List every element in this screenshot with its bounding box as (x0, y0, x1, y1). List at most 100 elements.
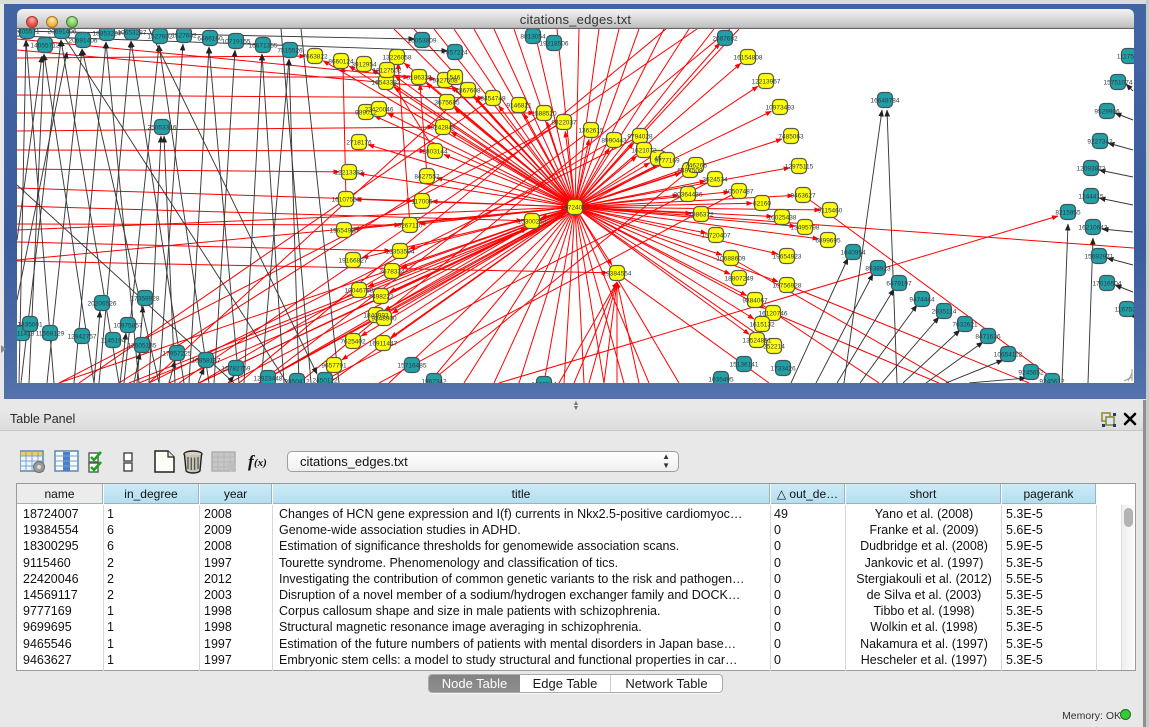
svg-text:9657791: 9657791 (321, 362, 347, 369)
svg-text:9777169: 9777169 (654, 157, 680, 164)
svg-text:1640954: 1640954 (840, 249, 866, 256)
svg-text:14055712: 14055712 (31, 42, 60, 49)
svg-text:11568129: 11568129 (36, 330, 65, 337)
svg-text:12213383: 12213383 (335, 169, 364, 176)
svg-text:3267110: 3267110 (398, 222, 423, 229)
svg-text:9850412: 9850412 (284, 378, 310, 383)
svg-text:746266: 746266 (685, 162, 707, 169)
svg-text:13226058: 13226058 (383, 54, 412, 61)
svg-text:8427552: 8427552 (414, 173, 440, 180)
svg-text:8660124: 8660124 (328, 58, 354, 65)
svg-text:22420046: 22420046 (365, 106, 394, 113)
svg-text:7632621: 7632621 (952, 321, 978, 328)
svg-text:18724007: 18724007 (561, 204, 590, 211)
svg-text:3911413: 3911413 (17, 330, 35, 337)
svg-text:10719155: 10719155 (222, 38, 251, 45)
svg-text:7625402: 7625402 (340, 338, 366, 345)
svg-text:16648784: 16648784 (871, 97, 900, 104)
svg-text:8938923: 8938923 (865, 265, 891, 272)
svg-text:16210643: 16210643 (1079, 224, 1108, 231)
svg-text:20691406: 20691406 (48, 29, 77, 35)
svg-text:1145194: 1145194 (101, 337, 126, 344)
svg-text:9227342: 9227342 (1087, 138, 1113, 145)
svg-text:2867608: 2867608 (455, 87, 481, 94)
svg-text:62160: 62160 (753, 200, 771, 207)
svg-text:10653287: 10653287 (118, 29, 147, 36)
svg-text:1244415: 1244415 (1078, 193, 1104, 200)
svg-text:15692971: 15692971 (1085, 253, 1114, 260)
svg-text:8454749: 8454749 (480, 95, 506, 102)
svg-text:16911447: 16911447 (369, 340, 398, 347)
svg-text:9348900: 9348900 (371, 315, 397, 322)
svg-text:10507487: 10507487 (725, 188, 754, 195)
svg-text:19218506: 19218506 (540, 40, 569, 47)
svg-text:8990443: 8990443 (601, 137, 627, 144)
svg-text:20691406: 20691406 (69, 37, 98, 44)
svg-text:17016504: 17016504 (1093, 280, 1122, 287)
svg-text:1035495: 1035495 (708, 376, 734, 383)
svg-text:10975857: 10975857 (114, 322, 143, 329)
svg-text:15751074: 15751074 (1104, 79, 1133, 86)
svg-text:16107553: 16107553 (332, 196, 361, 203)
svg-text:10973493: 10973493 (766, 104, 795, 111)
svg-text:8215955: 8215955 (1055, 209, 1081, 216)
svg-text:10654112: 10654112 (994, 351, 1023, 358)
svg-text:117006: 117006 (411, 198, 433, 205)
svg-text:9245652: 9245652 (1018, 369, 1044, 376)
svg-text:15716485: 15716485 (398, 362, 427, 369)
svg-text:7986372: 7986372 (688, 211, 714, 218)
svg-text:13353594: 13353594 (386, 248, 415, 255)
svg-text:3498222: 3498222 (368, 293, 394, 300)
svg-text:16671355: 16671355 (249, 42, 278, 49)
svg-text:3678334: 3678334 (379, 268, 405, 275)
svg-text:9463627: 9463627 (790, 192, 816, 199)
svg-text:1362615: 1362615 (578, 127, 604, 134)
svg-text:1167533: 1167533 (1115, 306, 1134, 313)
svg-text:13495798: 13495798 (791, 224, 820, 231)
svg-text:12093872: 12093872 (1077, 165, 1106, 172)
svg-text:1588520: 1588520 (531, 110, 557, 117)
svg-text:9245612: 9245612 (1039, 378, 1065, 383)
svg-text:8322037: 8322037 (551, 119, 577, 126)
svg-text:1733426: 1733426 (770, 365, 796, 372)
svg-text:19654923: 19654923 (773, 253, 802, 260)
svg-text:2450122: 2450122 (312, 377, 338, 383)
svg-text:20206526: 20206526 (88, 300, 117, 307)
svg-text:1527602: 1527602 (171, 32, 197, 39)
svg-text:9115460: 9115460 (818, 207, 843, 214)
svg-text:1117500: 1117500 (1117, 53, 1134, 60)
svg-text:(x): (x) (254, 457, 267, 469)
svg-text:15136141: 15136141 (730, 361, 759, 368)
svg-text:7485063: 7485063 (778, 133, 804, 140)
svg-text:1405571: 1405571 (17, 29, 40, 35)
svg-text:18807249: 18807249 (725, 275, 754, 282)
svg-text:9529906: 9529906 (1094, 108, 1120, 115)
svg-text:16120746: 16120746 (759, 310, 788, 317)
svg-text:16053809: 16053809 (408, 37, 437, 44)
svg-text:1962342: 1962342 (421, 378, 447, 383)
svg-text:12505135: 12505135 (128, 342, 157, 349)
svg-text:6479197: 6479197 (886, 280, 912, 287)
svg-text:10958187: 10958187 (192, 357, 221, 364)
svg-text:2087682: 2087682 (712, 35, 738, 42)
svg-text:10756928: 10756928 (773, 282, 802, 289)
svg-text:546: 546 (450, 74, 461, 81)
svg-text:12923448: 12923448 (254, 375, 283, 382)
svg-text:12213967: 12213967 (752, 78, 781, 85)
svg-text:2718176: 2718176 (346, 139, 372, 146)
svg-text:25053346: 25053346 (148, 124, 177, 131)
svg-text:1615132: 1615132 (749, 321, 775, 328)
svg-text:9884067: 9884067 (742, 297, 768, 304)
svg-text:17359928: 17359928 (131, 295, 160, 302)
svg-text:6899695: 6899695 (815, 237, 841, 244)
svg-text:9794028: 9794028 (627, 133, 653, 140)
svg-text:8471626: 8471626 (975, 333, 1001, 340)
svg-text:19654985: 19654985 (330, 227, 359, 234)
svg-text:19166827: 19166827 (339, 257, 368, 264)
svg-text:15720407: 15720407 (702, 232, 731, 239)
svg-text:12975115: 12975115 (785, 163, 814, 170)
svg-text:18127502: 18127502 (373, 67, 402, 74)
svg-text:7857224: 7857224 (442, 49, 468, 56)
svg-text:1527602: 1527602 (147, 33, 173, 40)
svg-text:7515526: 7515526 (277, 47, 303, 54)
